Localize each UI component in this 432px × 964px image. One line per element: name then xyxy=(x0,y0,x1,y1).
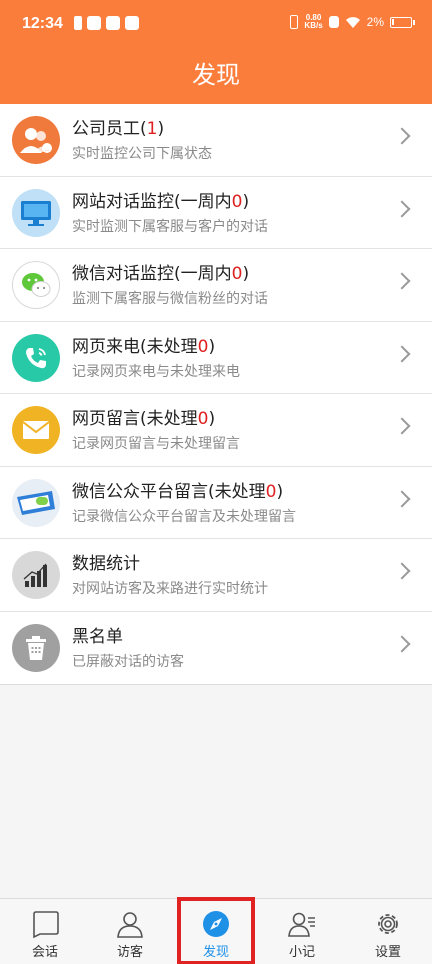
notification-icons xyxy=(74,16,139,30)
settings-icon xyxy=(378,914,398,934)
tab-discover[interactable]: 发现 xyxy=(173,897,259,964)
title-bar: 发现 xyxy=(0,48,432,104)
list-item-website-monitor[interactable]: 网站对话监控(一周内0) 实时监测下属客服与客户的对话 xyxy=(0,177,432,249)
item-subtitle: 记录微信公众平台留言及未处理留言 xyxy=(72,508,296,525)
chevron-right-icon xyxy=(393,272,411,290)
battery-icon xyxy=(390,16,415,28)
chevron-right-icon xyxy=(393,345,411,362)
tab-notes[interactable]: 小记 xyxy=(259,899,345,964)
sim-icon xyxy=(328,16,339,28)
item-subtitle: 对网站访客及来路进行实时统计 xyxy=(72,581,268,597)
item-title: 微信公众平台留言(未处理0) xyxy=(72,481,284,502)
public-account-icon xyxy=(12,478,60,527)
item-subtitle: 记录网页来电与未处理来电 xyxy=(72,363,240,380)
item-title: 数据统计 xyxy=(72,554,140,574)
notification-icon xyxy=(125,16,139,30)
list-item-staff[interactable]: … 公司员工(1) 实时监控公司下属状态 xyxy=(0,104,432,177)
status-time: 12:34 xyxy=(22,15,63,32)
list-item-blacklist[interactable]: 黑名单 已屏蔽对话的访客 xyxy=(0,612,432,685)
chevron-right-icon xyxy=(393,490,411,507)
staff-icon: … xyxy=(12,116,60,164)
tab-label: 会话 xyxy=(31,945,58,960)
battery-percent: 2% xyxy=(366,15,384,29)
wechat-icon xyxy=(12,261,60,309)
list-item-wechat-public-message[interactable]: 微信公众平台留言(未处理0) 记录微信公众平台留言及未处理留言 xyxy=(0,467,432,539)
chat-icon xyxy=(33,911,59,939)
visitor-icon xyxy=(117,912,143,938)
item-subtitle: 监测下属客服与微信粉丝的对话 xyxy=(72,291,268,307)
tab-highlight xyxy=(177,897,255,964)
item-subtitle: 记录网页留言与未处理留言 xyxy=(72,436,240,452)
notification-icon xyxy=(87,16,101,30)
notes-icon xyxy=(288,912,315,937)
phone-icon xyxy=(12,333,60,382)
item-title: 公司员工(1) xyxy=(72,119,165,139)
item-title: 微信对话监控(一周内0) xyxy=(72,264,250,284)
discover-list: … 公司员工(1) 实时监控公司下属状态 网站对话监控(一周内0) 实时监测下属… xyxy=(0,104,432,685)
item-subtitle: 已屏蔽对话的访客 xyxy=(72,653,184,670)
blacklist-icon xyxy=(12,623,60,672)
vibrate-icon xyxy=(290,15,299,29)
net-speed: 0.80 KB/s xyxy=(304,13,323,30)
status-bar: 12:34 0.80 KB/s 2% xyxy=(0,0,432,48)
bottom-tab-bar: 会话 访客 发现 小记 设置 xyxy=(0,897,432,964)
tab-label: 访客 xyxy=(116,945,143,960)
page-title: 发现 xyxy=(192,61,240,89)
list-item-statistics[interactable]: 数据统计 对网站访客及来路进行实时统计 xyxy=(0,539,432,612)
mail-icon xyxy=(12,406,60,454)
item-title: 网页来电(未处理0) xyxy=(72,336,216,357)
svg-text:…: … xyxy=(45,147,50,153)
tab-label: 设置 xyxy=(374,945,401,960)
item-title: 网站对话监控(一周内0) xyxy=(72,191,250,212)
chevron-right-icon xyxy=(393,417,411,435)
tab-visitor[interactable]: 访客 xyxy=(87,899,173,964)
item-subtitle: 实时监控公司下属状态 xyxy=(72,146,212,162)
chevron-right-icon xyxy=(393,562,411,580)
statistics-icon xyxy=(12,551,60,599)
notification-icon xyxy=(106,16,120,30)
chevron-right-icon xyxy=(393,635,411,652)
item-subtitle: 实时监测下属客服与客户的对话 xyxy=(72,218,268,235)
chevron-right-icon xyxy=(393,127,411,145)
system-indicators: 0.80 KB/s 2% xyxy=(290,13,415,30)
list-item-web-message[interactable]: 网页留言(未处理0) 记录网页留言与未处理留言 xyxy=(0,394,432,467)
tab-chat[interactable]: 会话 xyxy=(2,899,88,964)
notification-icon xyxy=(74,16,82,30)
list-item-web-call[interactable]: 网页来电(未处理0) 记录网页来电与未处理来电 xyxy=(0,322,432,394)
wifi-icon xyxy=(345,16,360,28)
chevron-right-icon xyxy=(393,200,411,217)
list-item-wechat-monitor[interactable]: 微信对话监控(一周内0) 监测下属客服与微信粉丝的对话 xyxy=(0,249,432,322)
tab-settings[interactable]: 设置 xyxy=(345,899,431,964)
item-title: 黑名单 xyxy=(72,626,123,647)
monitor-icon xyxy=(12,188,60,237)
item-title: 网页留言(未处理0) xyxy=(72,409,216,429)
tab-label: 小记 xyxy=(288,945,315,960)
